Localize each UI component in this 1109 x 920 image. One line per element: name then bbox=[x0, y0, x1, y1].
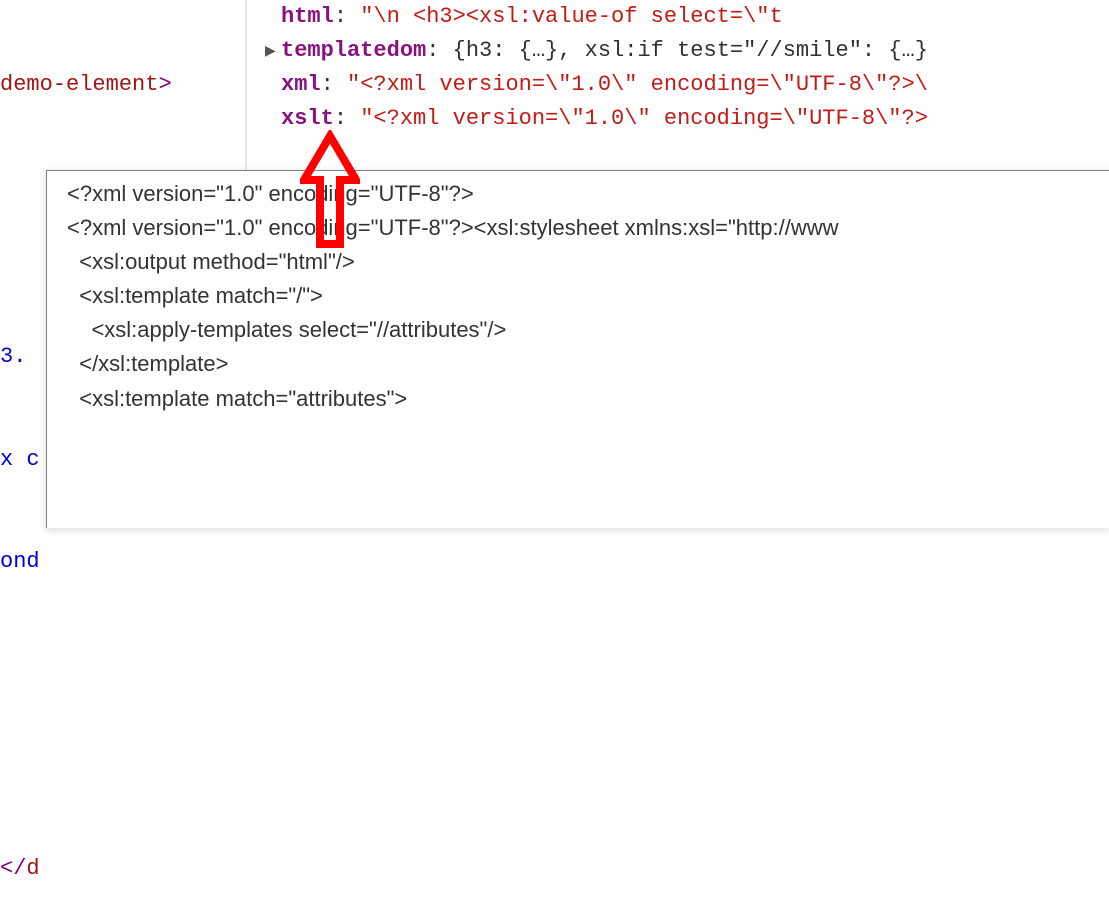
xslt-tooltip-panel: <?xml version="1.0" encoding="UTF-8"?> <… bbox=[46, 170, 1109, 528]
left-code-panel-overflow: 3. x c ond </d bbox=[0, 170, 46, 920]
property-row-html[interactable]: html: "\n <h3><xsl:value-of select=\"t bbox=[265, 0, 1109, 34]
property-key: xml bbox=[281, 72, 321, 97]
tooltip-line: </xsl:template> bbox=[67, 347, 1109, 381]
property-row-templatedom[interactable]: ▶templatedom: {h3: {…}, xsl:if test="//s… bbox=[265, 34, 1109, 68]
expand-placeholder bbox=[265, 8, 279, 30]
colon: : bbox=[334, 4, 360, 29]
tooltip-line: <xsl:output method="html"/> bbox=[67, 245, 1109, 279]
code-token bbox=[0, 238, 46, 272]
tooltip-line: <?xml version="1.0" encoding="UTF-8"?><x… bbox=[67, 211, 1109, 245]
colon: : bbox=[321, 72, 347, 97]
colon: : bbox=[426, 38, 452, 63]
property-value: {h3: {…}, xsl:if test="//smile": {…} bbox=[453, 38, 928, 63]
property-row-xml[interactable]: xml: "<?xml version=\"1.0\" encoding=\"U… bbox=[265, 68, 1109, 102]
colon: : bbox=[334, 106, 360, 131]
tooltip-line: <xsl:template match="attributes"> bbox=[67, 382, 1109, 416]
top-region: demo-element> 2d. default sl ut `name` a… bbox=[0, 0, 1109, 170]
property-value: "\n <h3><xsl:value-of select=\"t bbox=[360, 4, 782, 29]
property-key: xslt bbox=[281, 106, 334, 131]
left-code-panel: demo-element> 2d. default sl ut `name` a… bbox=[0, 0, 245, 170]
code-token: demo-element bbox=[0, 72, 158, 97]
code-token: 3. bbox=[0, 340, 46, 374]
code-token: x c bbox=[0, 443, 46, 477]
property-row-xslt[interactable]: xslt: "<?xml version=\"1.0\" encoding=\"… bbox=[265, 102, 1109, 136]
expand-placeholder bbox=[265, 110, 279, 132]
property-value: "<?xml version=\"1.0\" encoding=\"UTF-8\… bbox=[347, 72, 928, 97]
tooltip-line: <xsl:apply-templates select="//attribute… bbox=[67, 313, 1109, 347]
code-token: </d bbox=[0, 852, 46, 886]
object-inspector-panel[interactable]: html: "\n <h3><xsl:value-of select=\"t ▶… bbox=[245, 0, 1109, 170]
code-token: > bbox=[158, 72, 171, 97]
property-value: "<?xml version=\"1.0\" encoding=\"UTF-8\… bbox=[360, 106, 928, 131]
code-blank-line bbox=[0, 750, 46, 784]
triangle-right-icon[interactable]: ▶ bbox=[265, 42, 279, 64]
code-blank-line bbox=[0, 647, 46, 681]
code-token: ond bbox=[0, 545, 46, 579]
tooltip-line: <?xml version="1.0" encoding="UTF-8"?> bbox=[67, 177, 1109, 211]
property-key: html bbox=[281, 4, 334, 29]
expand-placeholder bbox=[265, 76, 279, 98]
tooltip-line: <xsl:template match="/"> bbox=[67, 279, 1109, 313]
property-key: templatedom bbox=[281, 38, 426, 63]
